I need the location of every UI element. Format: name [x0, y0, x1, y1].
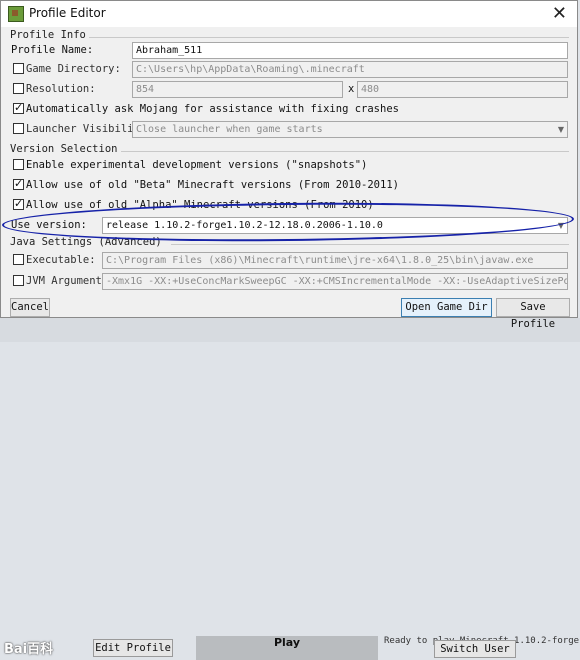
window-title: Profile Editor — [29, 6, 106, 20]
resolution-label: Resolution: — [26, 83, 96, 95]
snapshots-checkbox[interactable] — [13, 159, 24, 170]
play-button[interactable]: Play — [196, 636, 378, 660]
save-profile-button[interactable]: Save Profile — [496, 298, 570, 330]
beta-checkbox[interactable] — [13, 175, 24, 193]
profile-name-input[interactable]: Abraham_511 — [132, 42, 568, 59]
section-divider — [121, 151, 569, 152]
executable-checkbox[interactable] — [13, 254, 24, 265]
resolution-height-input[interactable]: 480 — [357, 81, 568, 98]
launcher-visibility-checkbox[interactable] — [13, 123, 24, 134]
version-selection-section-title: Version Selection — [10, 143, 118, 155]
launcher-background: Bai百科 Edit Profile Play Ready to play Mi… — [0, 318, 580, 660]
profile-info-section-title: Profile Info — [10, 29, 86, 41]
beta-label: Allow use of old "Beta" Minecraft versio… — [26, 179, 399, 191]
resolution-separator: x — [348, 83, 355, 95]
executable-label: Executable: — [26, 254, 96, 266]
chevron-down-icon: ▼ — [557, 125, 564, 134]
game-directory-checkbox[interactable] — [13, 63, 24, 74]
auto-assist-checkbox[interactable] — [13, 99, 24, 117]
jvm-arguments-input[interactable]: -Xmx1G -XX:+UseConcMarkSweepGC -XX:+CMSI… — [102, 273, 568, 290]
launcher-visibility-value: Close launcher when game starts — [136, 124, 323, 135]
close-icon[interactable]: ✕ — [552, 3, 567, 24]
alpha-checkbox[interactable] — [13, 195, 24, 213]
section-divider — [89, 37, 569, 38]
open-game-dir-button[interactable]: Open Game Dir — [401, 298, 492, 317]
profile-editor-window: Profile Editor ✕ Profile Info Profile Na… — [0, 0, 578, 330]
launcher-visibility-select[interactable]: Close launcher when game starts ▼ — [132, 121, 568, 138]
game-directory-input[interactable]: C:\Users\hp\AppData\Roaming\.minecraft — [132, 61, 568, 78]
jvm-arguments-checkbox[interactable] — [13, 275, 24, 286]
watermark: Bai百科 — [4, 642, 54, 657]
title-bar: Profile Editor ✕ — [1, 1, 577, 27]
auto-assist-label: Automatically ask Mojang for assistance … — [26, 103, 399, 115]
section-divider — [171, 244, 569, 245]
executable-input[interactable]: C:\Program Files (x86)\Minecraft\runtime… — [102, 252, 568, 269]
resolution-checkbox[interactable] — [13, 83, 24, 94]
cancel-button[interactable]: Cancel — [10, 298, 50, 317]
game-directory-label: Game Directory: — [26, 63, 121, 75]
resolution-width-input[interactable]: 854 — [132, 81, 343, 98]
minecraft-grass-block-icon — [8, 6, 24, 22]
edit-profile-button[interactable]: Edit Profile — [93, 639, 173, 657]
switch-user-button[interactable]: Switch User — [434, 640, 516, 658]
snapshots-label: Enable experimental development versions… — [26, 159, 368, 171]
profile-name-label: Profile Name: — [11, 44, 94, 56]
